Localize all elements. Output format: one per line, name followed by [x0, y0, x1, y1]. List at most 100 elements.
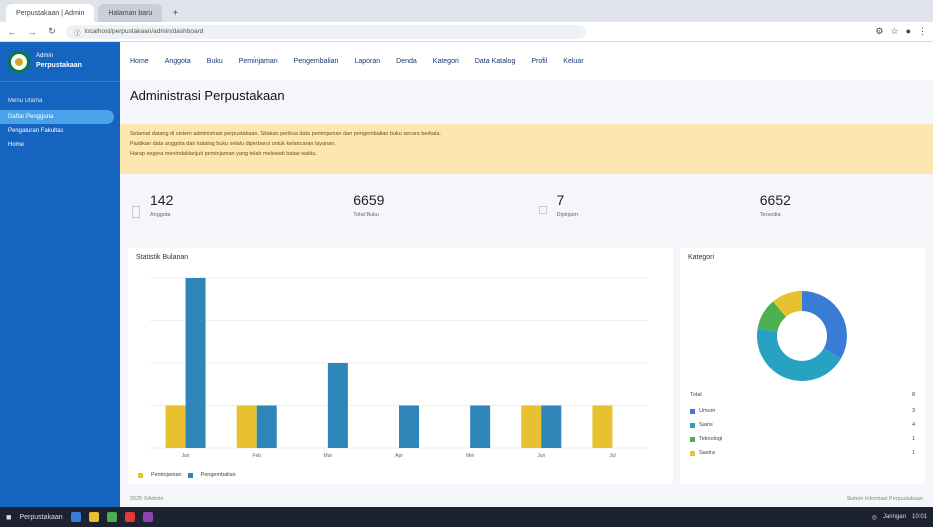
x-tick-label: Mei	[466, 453, 474, 459]
alert-line: Harap segera menindaklanjuti peminjaman …	[130, 150, 318, 157]
info-alert: Selamat datang di sistem administrasi pe…	[120, 124, 933, 174]
secure-icon: ⓘ	[74, 29, 81, 37]
stat-value: 142	[150, 192, 174, 208]
sidebar-item-faculty[interactable]: Pengaturan Fakultas	[0, 124, 120, 138]
nav-item[interactable]: Anggota	[165, 58, 191, 65]
bar-peminjaman	[236, 405, 257, 448]
nav-item[interactable]: Pengembalian	[294, 58, 339, 65]
donut-legend-row: Teknologi 1	[690, 436, 915, 442]
bar-peminjaman	[165, 405, 186, 448]
bar-pengembalian	[541, 405, 562, 448]
nav-item[interactable]: Profil	[531, 58, 547, 65]
legend-label: Teknologi	[699, 436, 723, 442]
bar-peminjaman	[592, 405, 613, 448]
bar-peminjaman	[521, 405, 542, 448]
legend-header: Total 8	[690, 392, 915, 398]
x-tick-label: Mar	[324, 453, 333, 459]
bar-pengembalian	[399, 405, 419, 448]
new-tab-button[interactable]: +	[166, 4, 184, 22]
logo-icon	[8, 50, 30, 73]
legend-label: Sains	[699, 422, 713, 428]
back-icon[interactable]: ←	[6, 27, 18, 37]
stat-card: 7 Dipinjam	[527, 188, 730, 240]
footer-right: Sistem Informasi Perpustakaan	[846, 495, 923, 502]
stat-value: 6652	[759, 192, 791, 208]
app-icon[interactable]	[88, 512, 99, 522]
legend-label: Pengembalian	[200, 472, 236, 478]
profile-icon[interactable]: ●	[906, 26, 911, 37]
stat-value: 6659	[353, 192, 385, 208]
donut-chart-card: Kategori Total 8 Umum 3 Sains 4 Teknologi 1 Sa…	[680, 248, 925, 484]
brand: Admin Perpustakaan	[0, 42, 120, 82]
legend-header-value: 8	[911, 392, 915, 398]
app-icon[interactable]	[70, 512, 81, 522]
sidebar-section-title: Menu Utama	[8, 98, 43, 104]
bar-pengembalian	[327, 363, 348, 448]
main-content: Administrasi Perpustakaan Selamat datang…	[120, 80, 933, 507]
forward-icon[interactable]: →	[26, 27, 38, 37]
legend-swatch	[690, 436, 695, 442]
bar-chart: Jan Feb Mar Apr Mei Jun Jul	[150, 277, 648, 459]
donut-legend-row: Sastra 1	[690, 450, 915, 456]
legend-label: Umum	[699, 408, 716, 414]
nav-item[interactable]: Peminjaman	[239, 58, 278, 65]
legend-swatch	[690, 450, 695, 456]
legend-swatch	[690, 408, 695, 414]
bar-pengembalian	[256, 405, 277, 448]
stat-card: 6659 Total Buku	[323, 188, 526, 240]
address-bar[interactable]: ⓘ localhost/perpustakaan/admin/dashboard	[66, 24, 586, 39]
sidebar: Admin Perpustakaan Menu Utama Daftar Pen…	[0, 42, 120, 507]
donut-title: Kategori	[688, 254, 715, 261]
bar-pengembalian	[470, 405, 491, 448]
stat-label: Tersedia	[759, 212, 781, 218]
bar-chart-card: Statistik Bulanan Jan Feb Mar Apr Mei Jun Jul …	[128, 248, 673, 484]
legend-label: Peminjaman	[151, 472, 182, 478]
footer: 2025 ©Admin Sistem Informasi Perpustakaa…	[120, 490, 933, 507]
x-tick-label: Jul	[609, 453, 615, 459]
x-tick-label: Feb	[252, 453, 261, 459]
nav-item[interactable]: Keluar	[563, 58, 583, 65]
app-icon[interactable]	[106, 512, 117, 522]
browser-tab-strip: Perpustakaan | Admin Halaman baru +	[0, 0, 933, 22]
sidebar-item-users[interactable]: Daftar Pengguna	[0, 110, 114, 124]
menu-icon[interactable]: ⋮	[918, 26, 927, 37]
app-icon[interactable]	[124, 512, 135, 522]
bookmark-icon[interactable]: ☆	[890, 26, 898, 37]
stat-label: Anggota	[150, 212, 171, 218]
taskbar: ■ Perpustakaan ◎ Jaringan 10:01	[0, 507, 933, 527]
nav-item[interactable]: Data Katalog	[475, 58, 515, 65]
nav-item[interactable]: Home	[130, 58, 149, 65]
legend-value: 1	[911, 436, 915, 442]
nav-item[interactable]: Buku	[207, 58, 223, 65]
footer-left: 2025 ©Admin	[130, 495, 164, 502]
nav-item[interactable]: Laporan	[354, 58, 380, 65]
reload-icon[interactable]: ↻	[46, 26, 58, 37]
app-icon[interactable]	[142, 512, 153, 522]
legend-swatch	[138, 472, 143, 478]
network-icon[interactable]: ◎	[872, 514, 877, 521]
x-tick-label: Apr	[395, 453, 403, 459]
legend-swatch	[187, 472, 193, 478]
checkbox-icon	[538, 206, 547, 214]
taskbar-window[interactable]: Perpustakaan	[19, 514, 62, 521]
nav-item[interactable]: Denda	[396, 58, 417, 65]
nav-item[interactable]: Kategori	[433, 58, 459, 65]
stat-value: 7	[556, 192, 565, 208]
chart-legend: Peminjaman Pengembalian	[138, 472, 236, 478]
start-icon[interactable]: ■	[6, 512, 11, 522]
donut-slice	[802, 291, 847, 359]
donut-legend-row: Sains 4	[690, 422, 915, 428]
extensions-icon[interactable]: ⚙	[875, 26, 883, 37]
x-tick-label: Jun	[537, 453, 545, 459]
browser-tab[interactable]: Perpustakaan | Admin	[6, 4, 95, 22]
donut-legend-row: Umum 3	[690, 408, 915, 414]
top-navigation: Home Anggota Buku Peminjaman Pengembalia…	[120, 42, 933, 80]
browser-tab[interactable]: Halaman baru	[98, 4, 163, 22]
sidebar-item-home[interactable]: Home	[0, 138, 120, 152]
alert-line: Selamat datang di sistem administrasi pe…	[130, 131, 441, 137]
legend-swatch	[690, 422, 695, 428]
brand-title: Perpustakaan	[36, 61, 82, 69]
clock[interactable]: 10:01	[912, 514, 927, 520]
legend-value: 3	[911, 408, 915, 414]
legend-header-label: Total	[690, 392, 702, 398]
